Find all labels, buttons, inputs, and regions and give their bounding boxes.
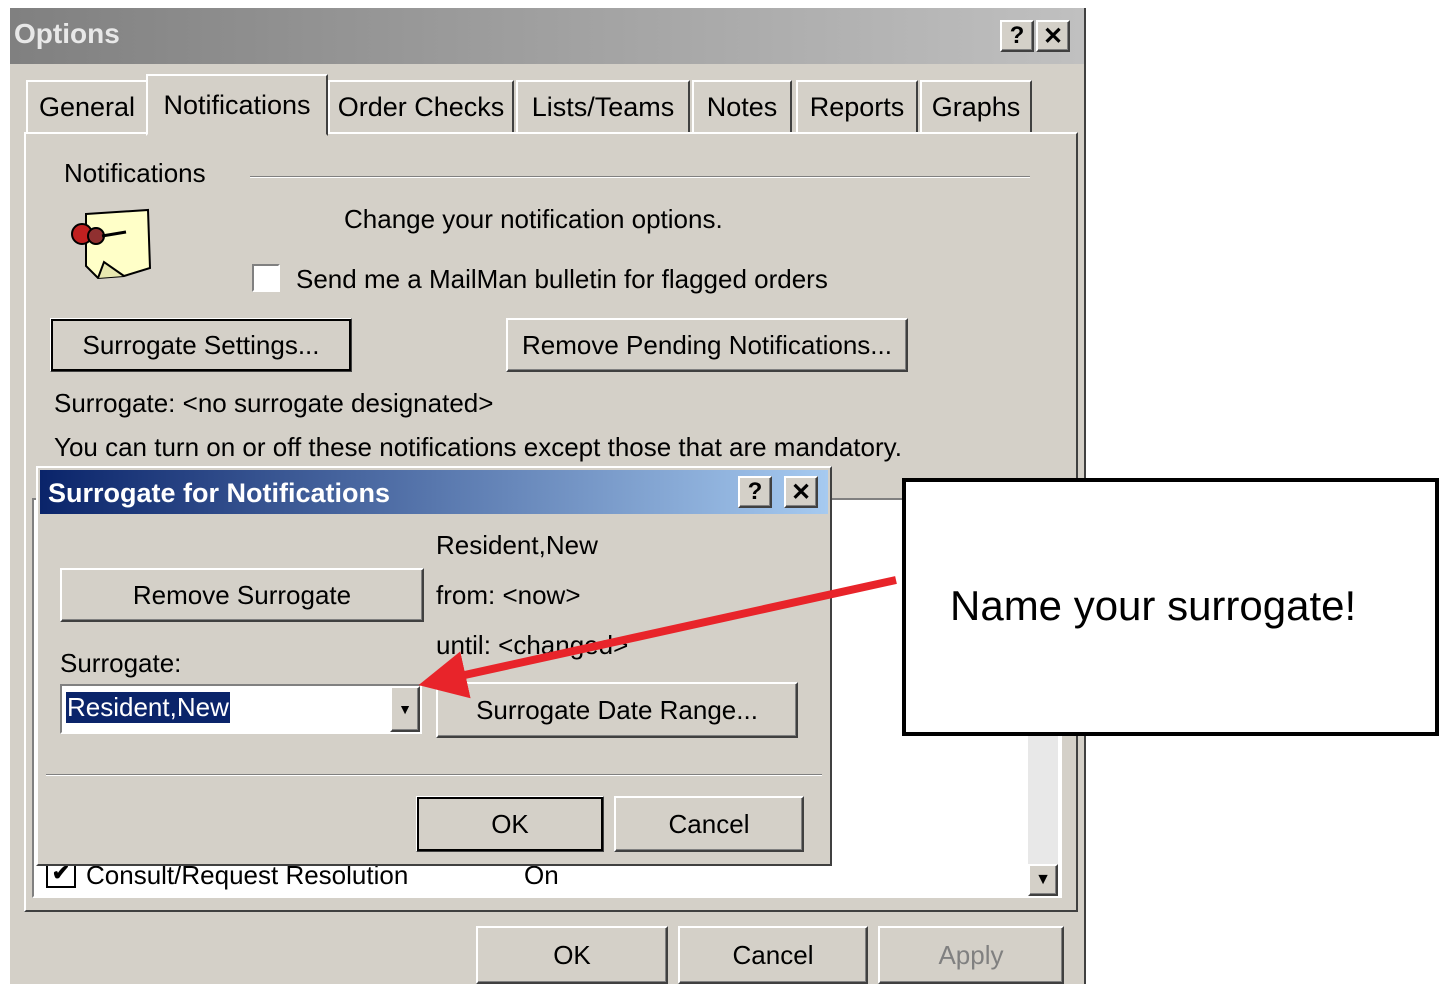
- surrogate-combobox[interactable]: Resident,New ▼: [60, 684, 422, 734]
- tab-label: Graphs: [931, 91, 1021, 122]
- chevron-down-icon: ▼: [398, 701, 412, 717]
- description-text: Change your notification options.: [344, 204, 723, 234]
- bulletin-checkbox-label: Send me a MailMan bulletin for flagged o…: [296, 264, 828, 294]
- surrogate-dialog: Surrogate for Notifications ? ✕ Resident…: [36, 466, 832, 866]
- close-icon: ✕: [1042, 22, 1064, 50]
- close-icon: ✕: [790, 478, 812, 506]
- section-title: Notifications: [64, 158, 206, 188]
- button-label: Cancel: [732, 939, 814, 970]
- callout-text: Name your surrogate!: [950, 582, 1357, 629]
- info-text: You can turn on or off these notificatio…: [54, 432, 902, 462]
- dialog-divider: [46, 774, 822, 776]
- help-button[interactable]: ?: [1000, 20, 1034, 52]
- help-icon: ?: [747, 478, 763, 505]
- combobox-dropdown-button[interactable]: ▼: [390, 686, 420, 732]
- surrogate-date-range-button[interactable]: Surrogate Date Range...: [436, 682, 798, 738]
- remove-pending-notifications-button[interactable]: Remove Pending Notifications...: [506, 318, 908, 372]
- tab-label: Reports: [809, 91, 905, 122]
- surrogate-close-button[interactable]: ✕: [784, 476, 818, 508]
- surrogate-dialog-title: Surrogate for Notifications: [48, 478, 391, 508]
- surrogate-label: Surrogate:: [60, 648, 182, 678]
- tab-label: Notifications: [163, 89, 311, 120]
- tab-notifications[interactable]: Notifications: [146, 74, 328, 136]
- button-label: Remove Pending Notifications...: [522, 329, 892, 360]
- scroll-down-button[interactable]: ▼: [1028, 864, 1058, 896]
- pushpin-note-icon: [71, 208, 152, 280]
- tab-label: Notes: [706, 91, 778, 122]
- surrogate-combobox-value: Resident,New: [66, 692, 230, 723]
- options-cancel-button[interactable]: Cancel: [678, 926, 868, 984]
- callout-box: Name your surrogate!: [902, 478, 1439, 736]
- tab-order-checks[interactable]: Order Checks: [328, 80, 514, 132]
- from-text: from: <now>: [436, 580, 581, 610]
- button-label: Remove Surrogate: [132, 579, 352, 610]
- surrogate-settings-button[interactable]: Surrogate Settings...: [50, 318, 352, 372]
- tab-label: Order Checks: [337, 91, 505, 122]
- options-apply-button[interactable]: Apply: [878, 926, 1064, 984]
- options-title: Options: [14, 18, 120, 49]
- tab-notes[interactable]: Notes: [692, 80, 792, 132]
- tab-label: Lists/Teams: [531, 91, 675, 122]
- chevron-down-icon: ▼: [1035, 871, 1051, 888]
- tab-general[interactable]: General: [26, 80, 148, 132]
- close-button[interactable]: ✕: [1036, 20, 1070, 52]
- options-ok-button[interactable]: OK: [476, 926, 668, 984]
- tab-graphs[interactable]: Graphs: [920, 80, 1032, 132]
- button-label: Apply: [938, 939, 1004, 970]
- help-icon: ?: [1009, 22, 1025, 49]
- surrogate-name-text: Resident,New: [436, 530, 598, 560]
- tab-lists-teams[interactable]: Lists/Teams: [516, 80, 690, 132]
- remove-surrogate-button[interactable]: Remove Surrogate: [60, 568, 424, 622]
- surrogate-help-button[interactable]: ?: [738, 476, 772, 508]
- button-label: OK: [491, 808, 529, 839]
- until-text: until: <changed>: [436, 630, 629, 660]
- surrogate-title-bar[interactable]: Surrogate for Notifications ? ✕: [40, 470, 828, 514]
- tab-reports[interactable]: Reports: [796, 80, 918, 132]
- button-label: Surrogate Settings...: [82, 329, 320, 360]
- tab-label: General: [38, 91, 136, 122]
- options-title-bar[interactable]: Options ? ✕: [10, 8, 1084, 64]
- surrogate-status: Surrogate: <no surrogate designated>: [54, 388, 494, 418]
- bulletin-checkbox[interactable]: [252, 264, 280, 292]
- surrogate-cancel-button[interactable]: Cancel: [614, 796, 804, 852]
- surrogate-ok-button[interactable]: OK: [416, 796, 604, 852]
- section-divider: [250, 176, 1030, 178]
- button-label: Cancel: [668, 808, 750, 839]
- button-label: OK: [553, 939, 591, 970]
- button-label: Surrogate Date Range...: [476, 694, 758, 725]
